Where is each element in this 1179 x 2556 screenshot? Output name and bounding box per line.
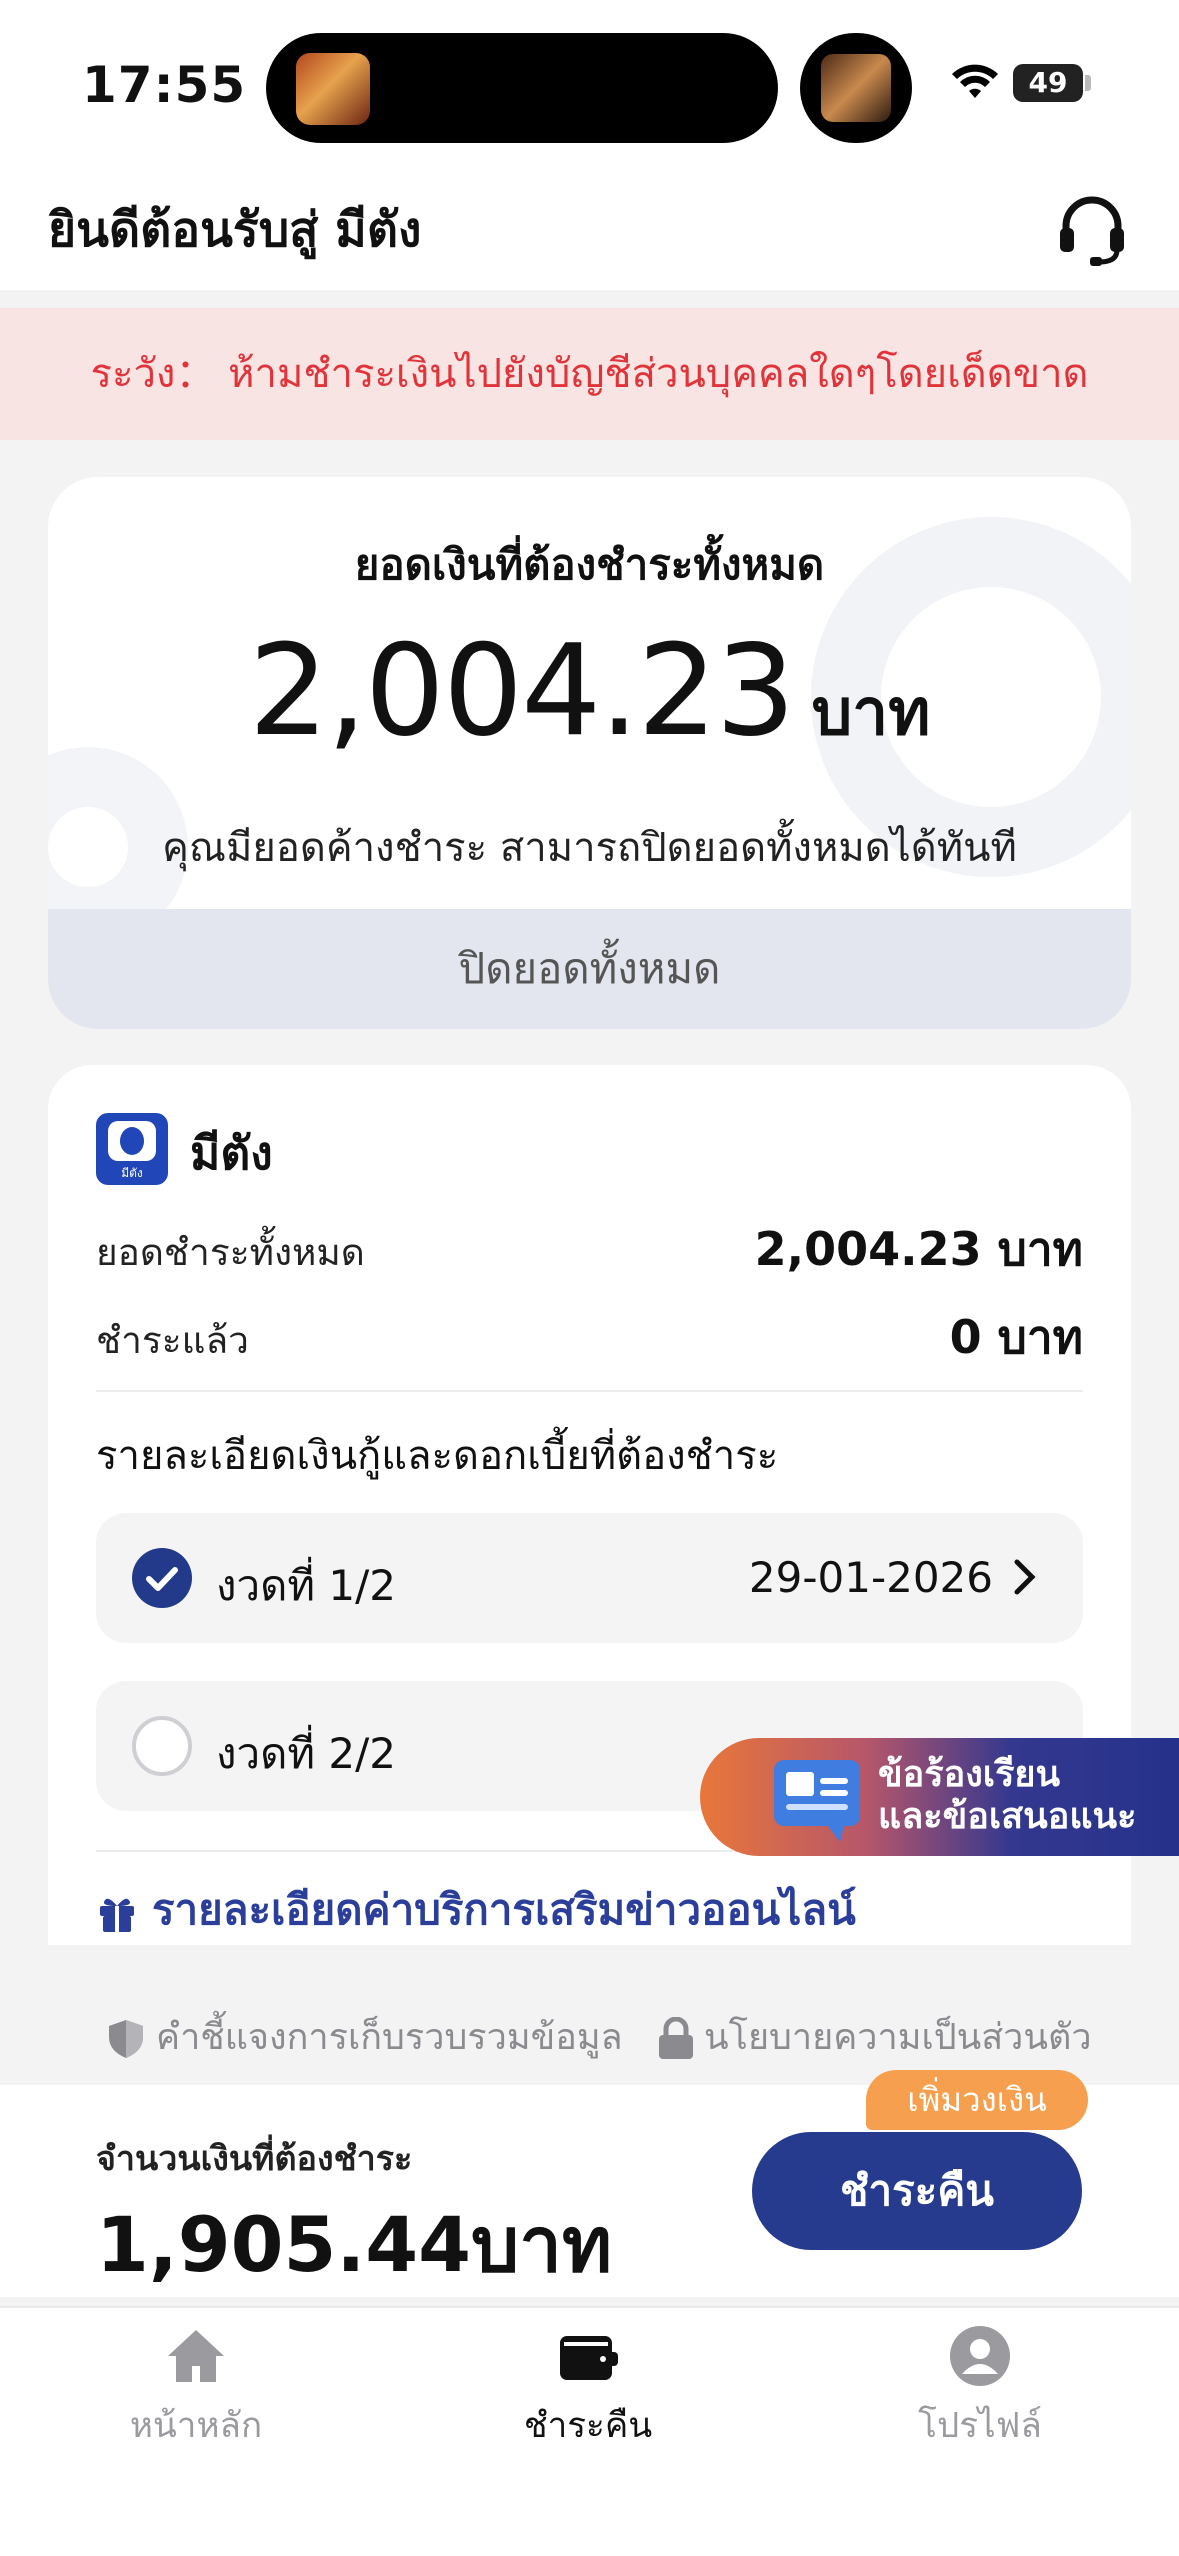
total-due-label: ยอดเงินที่ต้องชำระทั้งหมด (354, 540, 825, 589)
addon-service-label: รายละเอียดค่าบริการเสริมข่าวออนไลน์ (152, 1885, 856, 1934)
media-thumbnail (296, 53, 370, 125)
data-collection-link[interactable]: คำชี้แจงการเก็บรวบรวมข้อมูล (104, 2008, 623, 2065)
increase-limit-badge[interactable]: เพิ่มวงเงิน (866, 2070, 1088, 2130)
feedback-label-line2: และข้อเสนอแนะ (878, 1796, 1137, 1837)
amount-due-label: จำนวนเงินที่ต้องชำระ (96, 2139, 413, 2179)
nav-item-repay[interactable]: ชำระคืน (468, 2324, 708, 2453)
home-icon (168, 2330, 224, 2382)
currency-unit: บาท (811, 676, 931, 750)
repay-button[interactable]: ชำระคืน (752, 2132, 1082, 2250)
installment-date: 29-01-2026 (748, 1553, 993, 1602)
privacy-policy-label: นโยบายความเป็นส่วนตัว (704, 2017, 1092, 2058)
installment-label: งวดที่ 1/2 (216, 1561, 396, 1610)
paid-row-value: 0 บาท (949, 1310, 1083, 1364)
data-collection-label: คำชี้แจงการเก็บรวบรวมข้อมูล (156, 2017, 623, 2058)
profile-icon (950, 2326, 1010, 2386)
installment-label: งวดที่ 2/2 (216, 1729, 396, 1778)
app-header: ยินดีต้อนรับสู่ มีตัง (0, 170, 1179, 290)
nav-item-home[interactable]: หน้าหลัก (76, 2324, 316, 2453)
divider (96, 1390, 1083, 1392)
total-due-number: 2,004.23 (248, 617, 796, 764)
gift-icon (100, 1898, 134, 1932)
dynamic-island[interactable] (266, 33, 778, 143)
brand-logo: มีตัง (96, 1113, 168, 1185)
media-thumbnail-secondary (821, 54, 891, 122)
brand-name: มีตัง (190, 1126, 273, 1180)
shield-icon (109, 2020, 143, 2058)
warning-banner: ระวัง： ห้ามชำระเงินไปยังบัญชีส่วนบุคคลใด… (0, 308, 1179, 440)
chevron-right-icon (1014, 1559, 1036, 1595)
installment-item[interactable]: งวดที่ 1/2 29-01-2026 (96, 1513, 1083, 1643)
dynamic-island-secondary[interactable] (800, 33, 912, 143)
total-due-row: ยอดชำระทั้งหมด 2,004.23 บาท (96, 1213, 1083, 1276)
status-time: 17:55 (82, 56, 247, 114)
radio-unchecked-icon[interactable] (132, 1716, 192, 1776)
policy-links: คำชี้แจงการเก็บรวบรวมข้อมูล นโยบายความเป… (0, 2000, 1179, 2060)
battery-tip (1085, 75, 1091, 91)
paid-row: ชำระแล้ว 0 บาท (96, 1301, 1083, 1364)
feedback-button[interactable]: ข้อร้องเรียน และข้อเสนอแนะ (700, 1738, 1179, 1856)
paid-row-label: ชำระแล้ว (96, 1319, 249, 1362)
status-bar: 17:55 49 (0, 0, 1179, 170)
nav-label-home: หน้าหลัก (129, 2406, 263, 2446)
wallet-icon (560, 2336, 618, 2380)
battery-icon: 49 (1013, 64, 1083, 102)
nav-item-profile[interactable]: โปรไฟล์ (860, 2324, 1100, 2453)
amount-due-value: 1,905.44บาท (96, 2200, 613, 2289)
wifi-icon (952, 64, 998, 98)
privacy-policy-link[interactable]: นโยบายความเป็นส่วนตัว (656, 2008, 1092, 2065)
customer-support-icon[interactable] (1052, 190, 1132, 270)
total-due-card: ยอดเงินที่ต้องชำระทั้งหมด 2,004.23 บาท คุ… (48, 477, 1131, 1029)
total-due-amount: 2,004.23 บาท (48, 617, 1131, 764)
bottom-navigation: หน้าหลัก ชำระคืน โปรไฟล์ (0, 2306, 1179, 2556)
section-title: รายละเอียดเงินกู้และดอกเบี้ยที่ต้องชำระ (96, 1433, 779, 1479)
close-all-button[interactable]: ปิดยอดทั้งหมด (48, 909, 1131, 1029)
lock-icon (659, 2016, 693, 2059)
total-due-row-value: 2,004.23 บาท (754, 1222, 1083, 1276)
total-due-row-label: ยอดชำระทั้งหมด (96, 1231, 365, 1274)
nav-label-repay: ชำระคืน (523, 2406, 653, 2446)
checkmark-icon[interactable] (132, 1548, 192, 1608)
total-due-note: คุณมียอดค้างชำระ สามารถปิดยอดทั้งหมดได้ท… (162, 825, 1017, 871)
page-title: ยินดีต้อนรับสู่ มีตัง (48, 202, 422, 258)
brand-logo-text: มีตัง (121, 1166, 143, 1180)
nav-label-profile: โปรไฟล์ (918, 2406, 1042, 2446)
feedback-icon (774, 1760, 860, 1842)
feedback-label-line1: ข้อร้องเรียน (878, 1754, 1061, 1795)
addon-service-link[interactable]: รายละเอียดค่าบริการเสริมข่าวออนไลน์ (96, 1877, 856, 1943)
